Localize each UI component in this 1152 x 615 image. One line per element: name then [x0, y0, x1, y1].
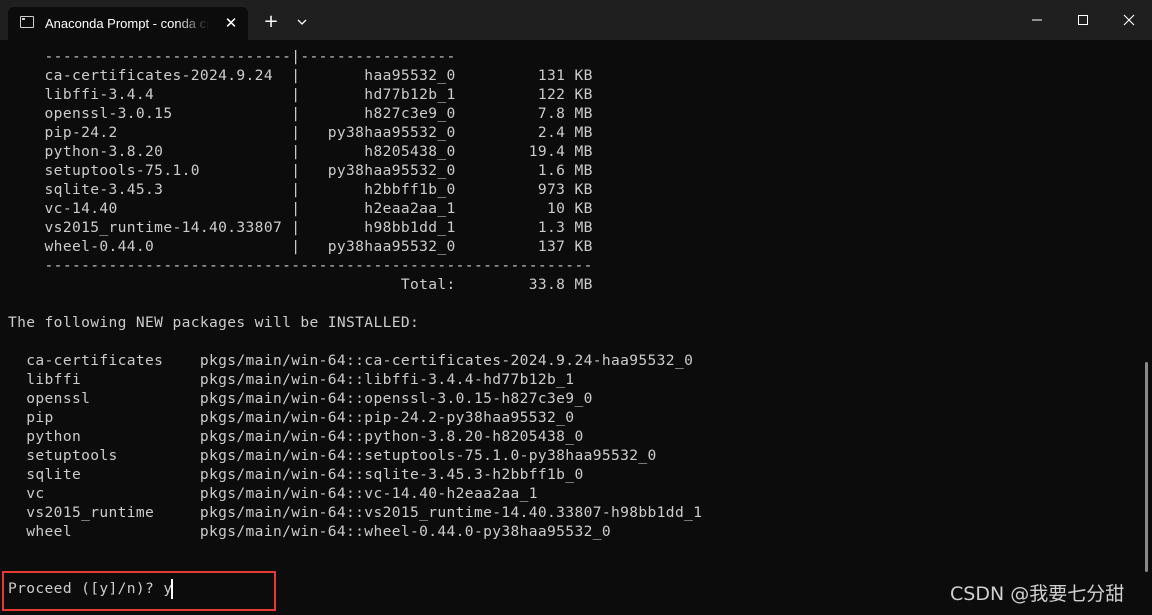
scrollbar[interactable]: [1145, 362, 1148, 572]
chevron-down-icon: [297, 19, 307, 25]
minimize-button[interactable]: [1014, 0, 1060, 40]
terminal-output[interactable]: ---------------------------|------------…: [0, 40, 1140, 615]
close-icon: [1123, 14, 1135, 26]
maximize-icon: [1078, 15, 1088, 25]
terminal-line: openssl-3.0.15 | h827c3e9_0 7.8 MB: [8, 105, 593, 122]
terminal-line: libffi-3.4.4 | hd77b12b_1 122 KB: [8, 86, 593, 103]
new-tab-button[interactable]: +: [260, 11, 282, 33]
terminal-line: vc pkgs/main/win-64::vc-14.40-h2eaa2aa_1: [8, 485, 538, 502]
watermark: CSDN @我要七分甜: [950, 583, 1125, 605]
terminal-icon: [20, 16, 34, 28]
title-bar: Anaconda Prompt - conda create ✕ +: [0, 0, 1152, 40]
terminal-line: ca-certificates-2024.9.24 | haa95532_0 1…: [8, 67, 593, 84]
terminal-line: vs2015_runtime pkgs/main/win-64::vs2015_…: [8, 504, 703, 521]
terminal-line: python pkgs/main/win-64::python-3.8.20-h…: [8, 428, 584, 445]
maximize-button[interactable]: [1060, 0, 1106, 40]
terminal-line: wheel-0.44.0 | py38haa95532_0 137 KB: [8, 238, 593, 255]
terminal-line: sqlite pkgs/main/win-64::sqlite-3.45.3-h…: [8, 466, 584, 483]
terminal-line: ca-certificates pkgs/main/win-64::ca-cer…: [8, 352, 694, 369]
terminal-line: pip-24.2 | py38haa95532_0 2.4 MB: [8, 124, 593, 141]
terminal-line: libffi pkgs/main/win-64::libffi-3.4.4-hd…: [8, 371, 575, 388]
terminal-line: vc-14.40 | h2eaa2aa_1 10 KB: [8, 200, 593, 217]
terminal-line: ----------------------------------------…: [8, 257, 593, 274]
tab-dropdown-button[interactable]: [292, 12, 312, 32]
close-window-button[interactable]: [1106, 0, 1152, 40]
terminal-line: python-3.8.20 | h8205438_0 19.4 MB: [8, 143, 593, 160]
terminal-line: pip pkgs/main/win-64::pip-24.2-py38haa95…: [8, 409, 575, 426]
highlight-box: [2, 571, 276, 611]
terminal-tab[interactable]: Anaconda Prompt - conda create ✕: [8, 7, 248, 40]
terminal-line: Total: 33.8 MB: [8, 276, 593, 293]
terminal-line: vs2015_runtime-14.40.33807 | h98bb1dd_1 …: [8, 219, 593, 236]
terminal-line: openssl pkgs/main/win-64::openssl-3.0.15…: [8, 390, 593, 407]
tab-title: Anaconda Prompt - conda create: [45, 16, 209, 31]
terminal-line: setuptools pkgs/main/win-64::setuptools-…: [8, 447, 657, 464]
terminal-line: setuptools-75.1.0 | py38haa95532_0 1.6 M…: [8, 162, 593, 179]
tab-close-button[interactable]: ✕: [221, 13, 241, 33]
minimize-icon: [1032, 19, 1042, 21]
terminal-line: ---------------------------|------------…: [8, 48, 456, 65]
terminal-line: sqlite-3.45.3 | h2bbff1b_0 973 KB: [8, 181, 593, 198]
terminal-line: wheel pkgs/main/win-64::wheel-0.44.0-py3…: [8, 523, 611, 540]
text-cursor: [171, 579, 173, 599]
terminal-line: The following NEW packages will be INSTA…: [8, 314, 420, 331]
